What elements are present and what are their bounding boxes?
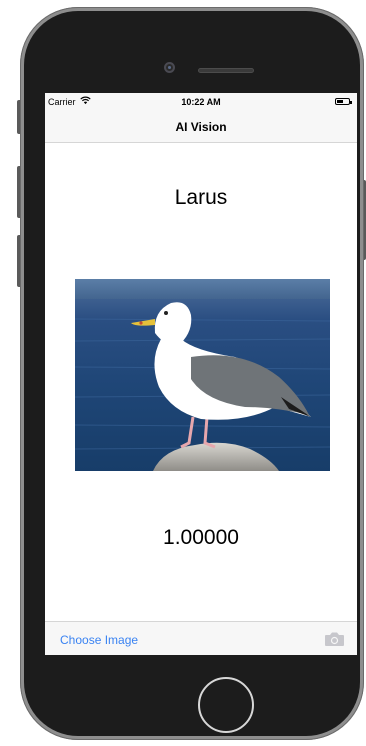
status-bar: Carrier 10:22 AM <box>45 93 357 111</box>
page-title: AI Vision <box>175 120 227 134</box>
camera-icon[interactable] <box>324 631 345 647</box>
app-screen: Carrier 10:22 AM AI Vision Larus 1.00000… <box>45 93 357 655</box>
status-time: 10:22 AM <box>181 97 221 107</box>
front-camera-icon <box>164 62 175 73</box>
home-button[interactable] <box>198 677 254 733</box>
earpiece-speaker <box>198 68 254 73</box>
choose-image-button[interactable]: Choose Image <box>60 633 138 647</box>
seagull-photo <box>75 279 330 471</box>
confidence-score: 1.00000 <box>163 526 239 549</box>
battery-icon <box>335 98 352 105</box>
classification-label: Larus <box>174 186 228 209</box>
navigation-bar: AI Vision <box>45 111 357 143</box>
bottom-toolbar: Choose Image <box>45 621 357 655</box>
